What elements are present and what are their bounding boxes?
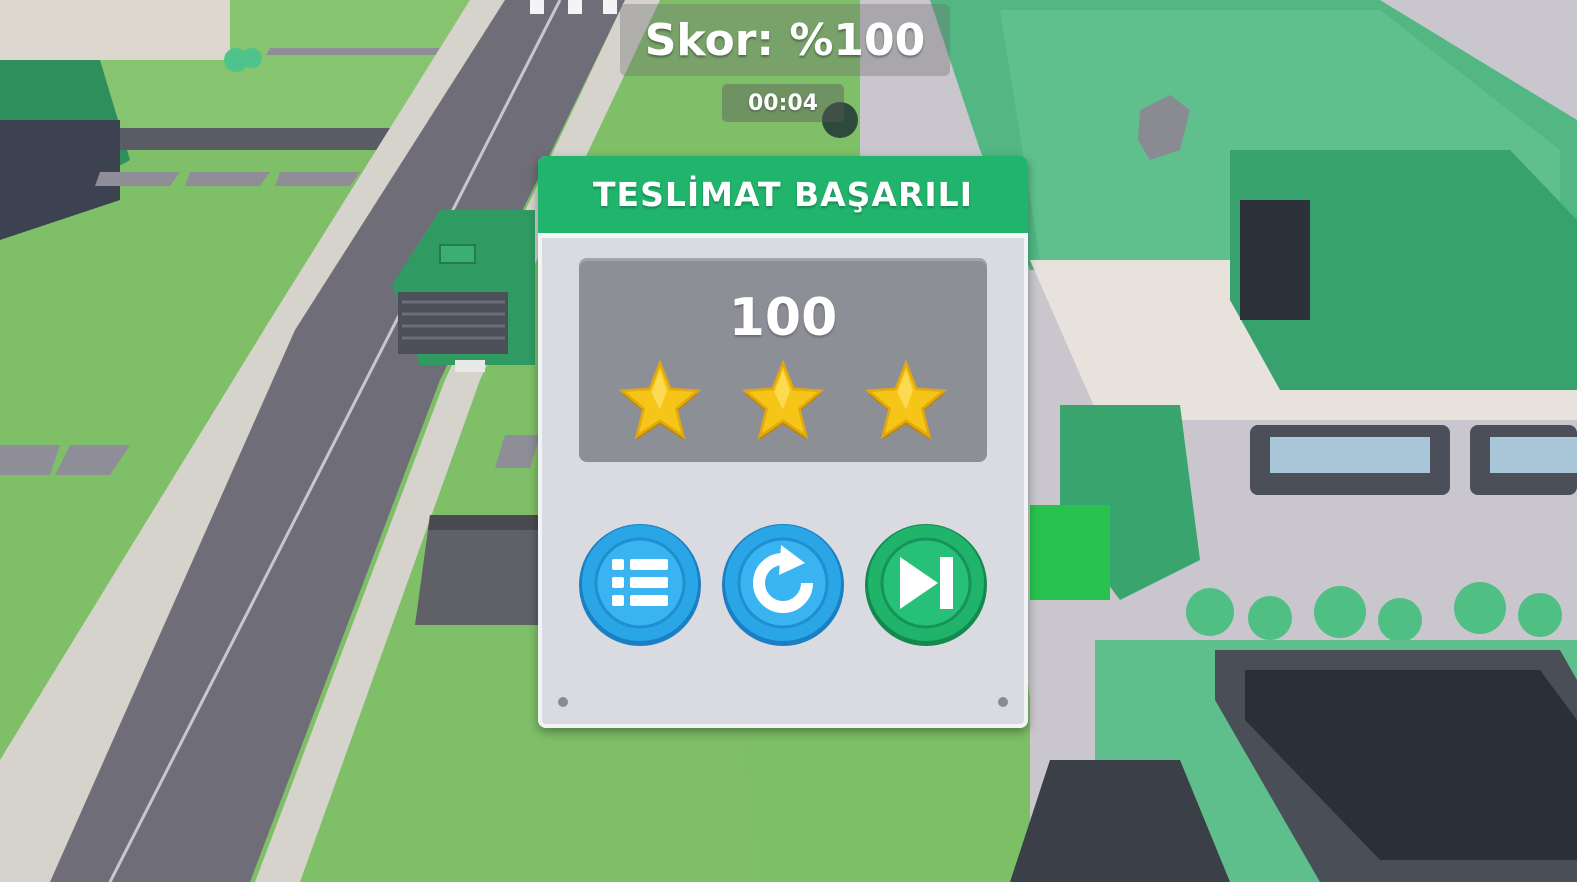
star-icon xyxy=(741,359,825,440)
star-icon xyxy=(864,359,948,440)
next-level-button[interactable] xyxy=(864,523,988,647)
restart-button[interactable] xyxy=(721,523,845,647)
final-score: 100 xyxy=(728,288,838,348)
rivet-decoration xyxy=(558,697,568,707)
next-level-icon xyxy=(865,524,987,646)
rivet-decoration xyxy=(998,697,1008,707)
dialog-title: TESLİMAT BAŞARILI xyxy=(538,156,1028,238)
delivery-success-dialog: TESLİMAT BAŞARILI 100 xyxy=(538,156,1028,728)
score-panel: 100 xyxy=(579,258,987,462)
level-list-button[interactable] xyxy=(578,523,702,647)
score-display: Skor: %100 xyxy=(620,4,950,76)
list-icon xyxy=(579,524,701,646)
timer-display: 00:04 xyxy=(722,84,844,122)
restart-icon xyxy=(722,524,844,646)
star-icon xyxy=(618,359,702,440)
